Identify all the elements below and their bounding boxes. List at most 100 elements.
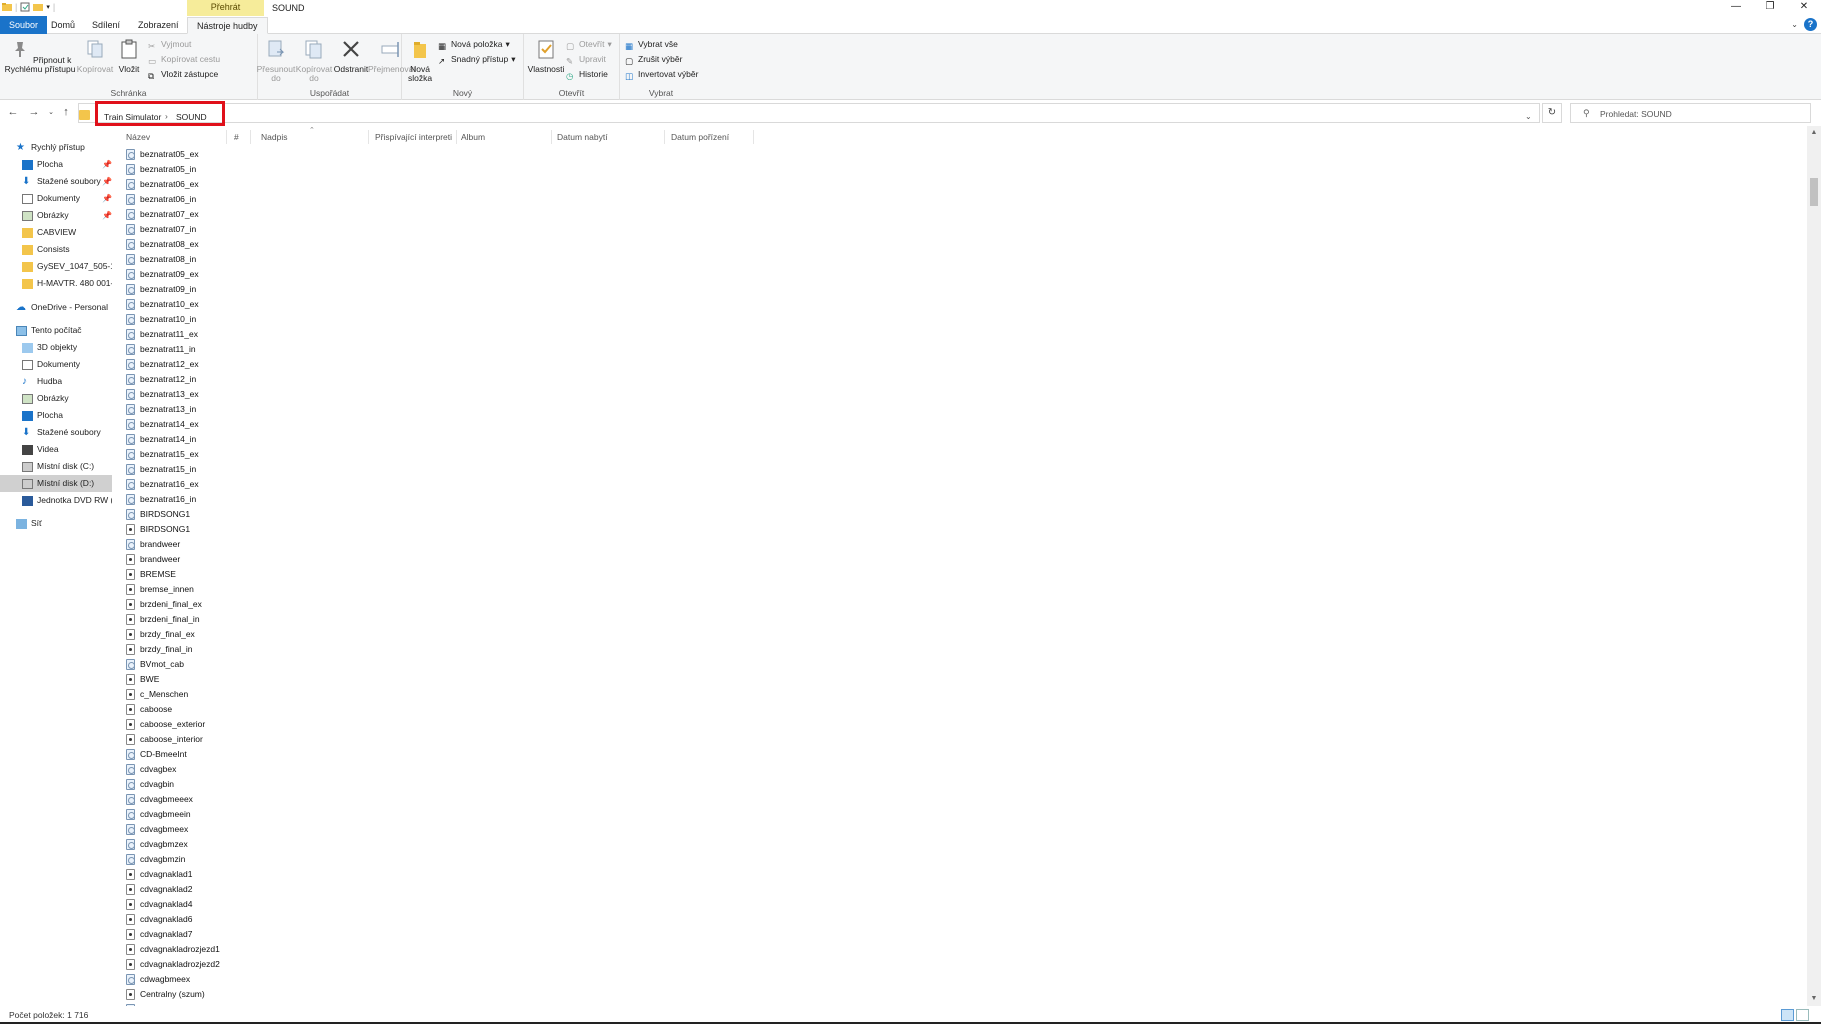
file-row[interactable]: brzdeni_final_ex <box>126 597 220 612</box>
paste-button[interactable]: Vložit <box>114 38 144 74</box>
file-row[interactable]: cdvagnakladrozjezd1 <box>126 942 220 957</box>
file-row[interactable]: cdvagnaklad6 <box>126 912 220 927</box>
new-item-button[interactable]: ▦ Nová položka ▾ <box>438 38 510 51</box>
file-row[interactable]: brandweer <box>126 552 220 567</box>
close-button[interactable]: ✕ <box>1787 0 1821 16</box>
help-icon[interactable]: ? <box>1804 18 1817 31</box>
column-album[interactable]: Album <box>461 130 485 144</box>
file-row[interactable]: beznatrat13_in <box>126 402 220 417</box>
column-track-number[interactable]: # <box>234 130 239 144</box>
back-arrow-icon[interactable]: ← <box>6 106 20 118</box>
file-row[interactable]: beznatrat16_in <box>126 492 220 507</box>
scroll-thumb[interactable] <box>1810 178 1818 206</box>
file-row[interactable]: cdvagbmzin <box>126 852 220 867</box>
file-row[interactable]: beznatrat08_in <box>126 252 220 267</box>
column-divider[interactable] <box>368 130 369 144</box>
file-row[interactable]: beznatrat05_in <box>126 162 220 177</box>
file-row[interactable]: beznatrat05_ex <box>126 147 220 162</box>
refresh-icon[interactable]: ↻ <box>1542 103 1562 123</box>
file-row[interactable]: cdvagbin <box>126 777 220 792</box>
file-row[interactable]: BREMSE <box>126 567 220 582</box>
file-row[interactable]: brzdy_final_in <box>126 642 220 657</box>
file-row[interactable]: BWE <box>126 672 220 687</box>
nav-item-gysev[interactable]: GySEV_1047_505-1_5 <box>22 258 112 275</box>
file-row[interactable]: caboose <box>126 702 220 717</box>
copy-to-button[interactable]: Kopírovat do <box>294 38 334 83</box>
column-title[interactable]: Nadpis <box>261 130 287 144</box>
pin-quick-access-button[interactable]: Připnout k Rychlému přístupu <box>2 38 78 74</box>
column-divider[interactable] <box>664 130 665 144</box>
nav-item-pictures[interactable]: Obrázky 📌 <box>22 207 112 224</box>
column-divider[interactable] <box>753 130 754 144</box>
large-icons-view-icon[interactable] <box>1796 1009 1809 1021</box>
nav-item-documents[interactable]: Dokumenty 📌 <box>22 190 112 207</box>
file-row[interactable]: brandweer <box>126 537 220 552</box>
file-row[interactable]: beznatrat15_ex <box>126 447 220 462</box>
file-row[interactable]: BIRDSONG1 <box>126 522 220 537</box>
file-row[interactable]: beznatrat10_in <box>126 312 220 327</box>
tab-view[interactable]: Zobrazení <box>129 17 188 34</box>
new-folder-button[interactable]: Nová složka <box>404 38 436 83</box>
file-row[interactable]: beznatrat12_ex <box>126 357 220 372</box>
recent-locations-icon[interactable]: ⌄ <box>44 108 58 116</box>
nav-item-3d-objects[interactable]: 3D objekty <box>22 339 77 356</box>
tab-file[interactable]: Soubor <box>0 16 48 34</box>
file-row[interactable]: cdvagbmeeex <box>126 792 220 807</box>
nav-network[interactable]: Síť <box>16 515 42 532</box>
edit-button[interactable]: ✎ Upravit <box>566 53 606 66</box>
restore-button[interactable]: ❐ <box>1753 0 1787 16</box>
column-divider[interactable] <box>226 130 227 144</box>
file-row[interactable]: BVmot_cab <box>126 657 220 672</box>
file-row[interactable]: caboose_exterior <box>126 717 220 732</box>
move-to-button[interactable]: Přesunout do <box>256 38 296 83</box>
file-row[interactable]: beznatrat12_in <box>126 372 220 387</box>
column-date-taken[interactable]: Datum pořízení <box>671 130 729 144</box>
file-row[interactable]: beznatrat13_ex <box>126 387 220 402</box>
column-contributing-artists[interactable]: Přispívající interpreti <box>375 130 452 144</box>
tab-play-context[interactable]: Přehrát <box>187 0 264 16</box>
file-row[interactable]: cdvagnaklad1 <box>126 867 220 882</box>
qat-dropdown-icon[interactable]: ▾ <box>46 3 50 11</box>
file-row[interactable]: c_Menschen <box>126 687 220 702</box>
file-row[interactable]: BIRDSONG1 <box>126 507 220 522</box>
history-button[interactable]: ◷ Historie <box>566 68 608 81</box>
nav-this-pc[interactable]: Tento počítač <box>16 322 82 339</box>
select-all-button[interactable]: ▦ Vybrat vše <box>625 38 678 51</box>
nav-item-videos[interactable]: Videa <box>22 441 59 458</box>
column-date-acquired[interactable]: Datum nabytí <box>557 130 608 144</box>
file-row[interactable]: cdvagnaklad2 <box>126 882 220 897</box>
file-row[interactable]: beznatrat09_in <box>126 282 220 297</box>
nav-item-pc-documents[interactable]: Dokumenty <box>22 356 80 373</box>
file-row[interactable]: beznatrat07_in <box>126 222 220 237</box>
vertical-scrollbar[interactable]: ▲ ▼ <box>1807 126 1821 1006</box>
properties-button[interactable]: Vlastnosti <box>526 38 566 74</box>
file-row[interactable]: beznatrat08_ex <box>126 237 220 252</box>
file-row[interactable]: Centralny (szum) <box>126 987 220 1002</box>
file-row[interactable]: cdvagnakladrozjezd2 <box>126 957 220 972</box>
nav-item-consists[interactable]: Consists <box>22 241 112 258</box>
copy-button[interactable]: Kopírovat <box>75 38 115 74</box>
nav-item-pc-downloads[interactable]: ⬇ Stažené soubory <box>22 424 101 441</box>
forward-arrow-icon[interactable]: → <box>27 106 41 118</box>
invert-selection-button[interactable]: ◫ Invertovat výběr <box>625 68 698 81</box>
file-row[interactable]: beznatrat11_ex <box>126 327 220 342</box>
copy-path-button[interactable]: ▭ Kopírovat cestu <box>148 53 220 66</box>
file-row[interactable]: cdvagbex <box>126 762 220 777</box>
scroll-down-icon[interactable]: ▼ <box>1807 992 1821 1006</box>
file-row[interactable]: cdvagnaklad7 <box>126 927 220 942</box>
file-row[interactable]: beznatrat06_in <box>126 192 220 207</box>
file-row[interactable]: beznatrat09_ex <box>126 267 220 282</box>
nav-item-music[interactable]: ♪ Hudba <box>22 373 62 390</box>
address-bar[interactable]: Train Simulator › SOUND ⌄ <box>78 103 1540 123</box>
nav-onedrive[interactable]: ☁ OneDrive - Personal <box>16 299 108 316</box>
tab-share[interactable]: Sdílení <box>83 17 129 34</box>
nav-quick-access[interactable]: ★ Rychlý přístup <box>16 139 85 156</box>
file-row[interactable]: cdvagbmeex <box>126 822 220 837</box>
new-folder-icon[interactable] <box>33 2 44 12</box>
file-row[interactable]: beznatrat10_ex <box>126 297 220 312</box>
file-row[interactable]: beznatrat11_in <box>126 342 220 357</box>
up-arrow-icon[interactable]: ↑ <box>59 106 73 118</box>
nav-item-pc-desktop[interactable]: Plocha <box>22 407 63 424</box>
nav-item-pc-pictures[interactable]: Obrázky <box>22 390 69 407</box>
nav-item-desktop[interactable]: Plocha 📌 <box>22 156 112 173</box>
